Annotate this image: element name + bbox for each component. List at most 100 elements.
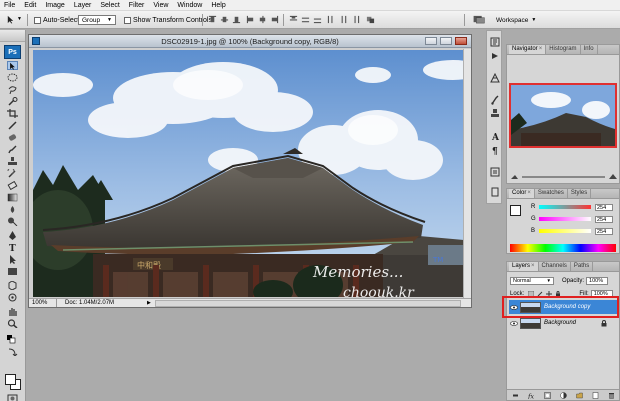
move-tool-icon[interactable]: [7, 61, 18, 70]
crop-tool-icon[interactable]: [7, 109, 18, 118]
tab-styles[interactable]: Styles: [568, 189, 592, 198]
distribute-top-icon[interactable]: [289, 15, 298, 24]
new-group-icon[interactable]: [575, 392, 583, 399]
swap-colors-icon[interactable]: [7, 347, 18, 357]
distribute-hcenter-icon[interactable]: [339, 15, 348, 24]
layer-row-background[interactable]: Background: [509, 316, 617, 330]
foreground-color-swatch[interactable]: [5, 374, 16, 385]
history-brush-tool-icon[interactable]: [7, 167, 18, 178]
3d-camera-tool-icon[interactable]: [7, 293, 18, 302]
menu-select[interactable]: Select: [100, 2, 119, 9]
vertical-scrollbar[interactable]: [463, 49, 471, 298]
tab-swatches[interactable]: Swatches: [535, 189, 568, 198]
hand-tool-icon[interactable]: [7, 307, 18, 316]
layer-comps-icon[interactable]: [490, 167, 500, 177]
clone-stamp-tool-icon[interactable]: [7, 157, 18, 166]
align-top-icon[interactable]: [208, 15, 217, 24]
color-panel-foreground-swatch[interactable]: [510, 205, 521, 216]
brush-tool-icon[interactable]: [7, 145, 18, 154]
healing-brush-tool-icon[interactable]: [7, 133, 18, 142]
horizontal-scrollbar[interactable]: [154, 299, 461, 307]
show-transform-option[interactable]: Show Transform Controls: [124, 14, 212, 26]
tool-preset-arrow-icon[interactable]: ▼: [17, 16, 22, 22]
auto-select-checkbox[interactable]: [34, 16, 41, 24]
menu-file[interactable]: File: [4, 2, 15, 9]
close-icon[interactable]: ×: [539, 46, 543, 52]
align-right-icon[interactable]: [270, 15, 279, 24]
pen-tool-icon[interactable]: [7, 231, 18, 240]
menu-edit[interactable]: Edit: [24, 2, 36, 9]
link-layers-icon[interactable]: [512, 392, 519, 399]
green-slider[interactable]: [539, 217, 591, 221]
close-button[interactable]: [455, 37, 467, 45]
layer-style-icon[interactable]: fx: [528, 392, 535, 399]
tab-navigator[interactable]: Navigator×: [509, 45, 547, 54]
tab-histogram[interactable]: Histogram: [546, 45, 581, 54]
distribute-vcenter-icon[interactable]: [301, 15, 310, 24]
red-slider[interactable]: [539, 205, 591, 209]
adjustment-layer-icon[interactable]: [559, 391, 567, 399]
delete-layer-icon[interactable]: [608, 392, 615, 399]
distribute-left-icon[interactable]: [327, 15, 336, 24]
eye-icon[interactable]: [509, 319, 518, 328]
quick-selection-tool-icon[interactable]: [7, 97, 18, 106]
status-menu-arrow-icon[interactable]: ▶: [147, 300, 151, 306]
distribute-bottom-icon[interactable]: [313, 15, 322, 24]
distribute-right-icon[interactable]: [351, 15, 360, 24]
menu-filter[interactable]: Filter: [129, 2, 145, 9]
clone-source-icon[interactable]: [490, 109, 500, 119]
align-vcenter-icon[interactable]: [220, 15, 229, 24]
gradient-tool-icon[interactable]: [7, 193, 18, 202]
notes-panel-icon[interactable]: [490, 187, 500, 197]
workspace-icon[interactable]: [472, 15, 486, 24]
history-panel-icon[interactable]: [490, 37, 500, 47]
blue-value-field[interactable]: 254: [595, 227, 613, 235]
auto-select-option[interactable]: Auto-Select:: [34, 14, 81, 26]
blur-tool-icon[interactable]: [7, 205, 18, 214]
3d-rotate-tool-icon[interactable]: [7, 280, 18, 291]
quick-mask-icon[interactable]: [7, 394, 18, 401]
menu-window[interactable]: Window: [177, 2, 202, 9]
close-icon[interactable]: ×: [531, 263, 535, 269]
opacity-field[interactable]: 100%: [586, 276, 609, 285]
maximize-button[interactable]: [440, 37, 452, 45]
eyedropper-tool-icon[interactable]: [7, 121, 18, 130]
character-panel-icon[interactable]: A: [490, 131, 500, 141]
type-tool-icon[interactable]: T: [7, 243, 18, 254]
document-window[interactable]: DSC02919-1.jpg @ 100% (Background copy, …: [28, 34, 472, 308]
tool-presets-icon[interactable]: [490, 73, 500, 83]
align-left-icon[interactable]: [246, 15, 255, 24]
blend-mode-dropdown[interactable]: Normal ▼: [510, 276, 554, 285]
green-value-field[interactable]: 254: [595, 215, 613, 223]
navigator-view-box[interactable]: [509, 83, 617, 148]
auto-select-dropdown[interactable]: Group ▼: [78, 14, 116, 26]
workspace-menu[interactable]: Workspace ▼: [496, 14, 536, 26]
dodge-tool-icon[interactable]: [7, 217, 18, 227]
align-bottom-icon[interactable]: [232, 15, 241, 24]
navigator-zoom-slider[interactable]: [522, 176, 605, 178]
eraser-tool-icon[interactable]: [7, 180, 18, 191]
image-canvas[interactable]: 中和殿 Memories... TM choouk.kr: [33, 50, 464, 297]
auto-align-icon[interactable]: [366, 15, 375, 24]
default-colors-icon[interactable]: [7, 335, 18, 344]
shape-tool-icon[interactable]: [7, 267, 18, 276]
lasso-tool-icon[interactable]: [7, 85, 18, 95]
new-layer-icon[interactable]: [592, 391, 599, 399]
path-selection-tool-icon[interactable]: [7, 255, 18, 264]
zoom-out-icon[interactable]: [511, 174, 518, 180]
actions-panel-icon[interactable]: [490, 51, 500, 61]
marquee-tool-icon[interactable]: [7, 73, 18, 82]
layer-mask-icon[interactable]: [543, 391, 551, 399]
color-spectrum-ramp[interactable]: [510, 244, 616, 252]
paragraph-panel-icon[interactable]: ¶: [490, 145, 500, 155]
tab-layers[interactable]: Layers×: [509, 262, 539, 271]
tab-paths[interactable]: Paths: [571, 262, 594, 271]
move-tool-icon[interactable]: [6, 15, 15, 24]
brushes-panel-icon[interactable]: [490, 95, 500, 105]
minimize-button[interactable]: [425, 37, 437, 45]
red-value-field[interactable]: 254: [595, 203, 613, 211]
tab-color[interactable]: Color×: [509, 189, 535, 198]
menu-view[interactable]: View: [153, 2, 168, 9]
zoom-in-icon[interactable]: [609, 174, 617, 180]
show-transform-checkbox[interactable]: [124, 16, 131, 24]
